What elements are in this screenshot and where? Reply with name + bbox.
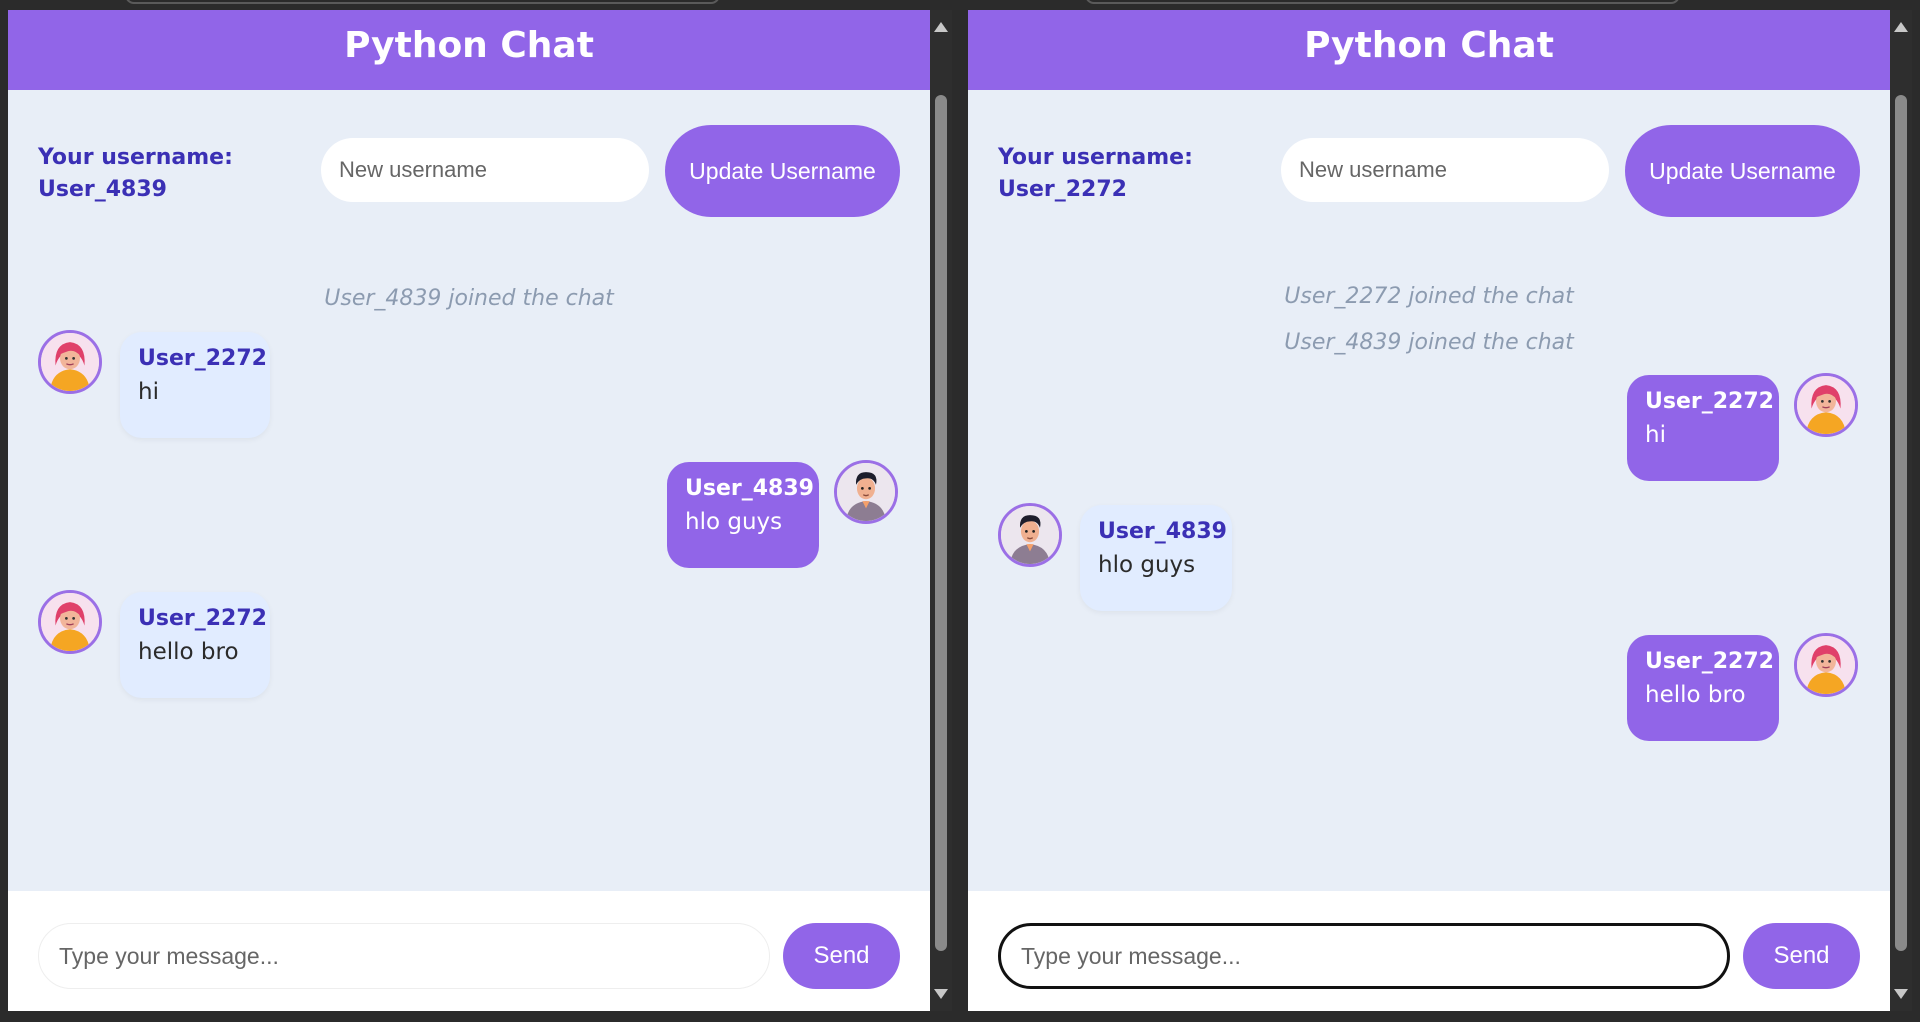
message-text: hi <box>138 379 159 405</box>
send-button[interactable]: Send <box>783 923 900 989</box>
message-sender: User_2272 <box>138 346 267 371</box>
message-text: hello bro <box>1645 682 1746 708</box>
username-label: Your username: <box>38 145 233 170</box>
message-text: hello bro <box>138 639 239 665</box>
system-message: User_2272 joined the chat <box>1284 284 1574 309</box>
message-list: User_4839 joined the chat User_2272 hi U… <box>8 220 930 900</box>
woman-avatar <box>38 590 102 654</box>
scroll-down-icon[interactable] <box>934 989 948 999</box>
message-bubble: User_2272 hi <box>1627 375 1779 481</box>
username-bar: Your username: User_2272 New username Up… <box>968 90 1890 220</box>
scroll-down-icon[interactable] <box>1894 989 1908 999</box>
message-input[interactable]: Type your message... <box>998 923 1730 989</box>
message-composer: Type your message... Send <box>8 891 930 1011</box>
right-browser-window: Python Chat Your username: User_2272 New… <box>960 0 1920 1022</box>
message-sender: User_4839 <box>1098 519 1227 544</box>
man-avatar <box>998 503 1062 567</box>
message-list: User_2272 joined the chat User_4839 join… <box>968 220 1890 900</box>
username-bar: Your username: User_4839 New username Up… <box>8 90 930 220</box>
message-text: hlo guys <box>685 509 783 535</box>
page-title: Python Chat <box>344 24 594 66</box>
scroll-thumb[interactable] <box>1895 95 1907 951</box>
scroll-up-icon[interactable] <box>934 22 948 32</box>
new-username-input[interactable]: New username <box>321 138 649 202</box>
chat-header: Python Chat <box>8 10 930 90</box>
update-username-button[interactable]: Update Username <box>665 125 900 217</box>
message-bubble: User_4839 hlo guys <box>667 462 819 568</box>
message-text: hlo guys <box>1098 552 1196 578</box>
scrollbar[interactable] <box>1890 10 1912 1011</box>
send-button[interactable]: Send <box>1743 923 1860 989</box>
message-input[interactable]: Type your message... <box>38 923 770 989</box>
scroll-up-icon[interactable] <box>1894 22 1908 32</box>
message-bubble: User_4839 hlo guys <box>1080 505 1232 611</box>
message-bubble: User_2272 hello bro <box>120 592 270 698</box>
message-sender: User_2272 <box>1645 389 1774 414</box>
current-username-display: Your username: User_4839 <box>38 142 233 206</box>
scroll-thumb[interactable] <box>935 95 947 951</box>
chat-app: Python Chat Your username: User_2272 New… <box>968 10 1890 1011</box>
address-bar[interactable] <box>125 0 720 4</box>
scrollbar[interactable] <box>930 10 952 1011</box>
message-composer: Type your message... Send <box>968 891 1890 1011</box>
message-bubble: User_2272 hi <box>120 332 270 438</box>
chat-app: Python Chat Your username: User_4839 New… <box>8 10 930 1011</box>
update-username-button[interactable]: Update Username <box>1625 125 1860 217</box>
new-username-input[interactable]: New username <box>1281 138 1609 202</box>
left-browser-window: Python Chat Your username: User_4839 New… <box>0 0 960 1022</box>
username-label: Your username: <box>998 145 1193 170</box>
message-text: hi <box>1645 422 1666 448</box>
system-message: User_4839 joined the chat <box>1284 330 1574 355</box>
chat-header: Python Chat <box>968 10 1890 90</box>
woman-avatar <box>1794 373 1858 437</box>
page-title: Python Chat <box>1304 24 1554 66</box>
woman-avatar <box>38 330 102 394</box>
message-sender: User_4839 <box>685 476 814 501</box>
message-sender: User_2272 <box>1645 649 1774 674</box>
message-sender: User_2272 <box>138 606 267 631</box>
woman-avatar <box>1794 633 1858 697</box>
username-value: User_4839 <box>38 177 167 202</box>
username-value: User_2272 <box>998 177 1127 202</box>
system-message: User_4839 joined the chat <box>324 286 614 311</box>
current-username-display: Your username: User_2272 <box>998 142 1193 206</box>
man-avatar <box>834 460 898 524</box>
message-bubble: User_2272 hello bro <box>1627 635 1779 741</box>
address-bar[interactable] <box>1085 0 1680 4</box>
